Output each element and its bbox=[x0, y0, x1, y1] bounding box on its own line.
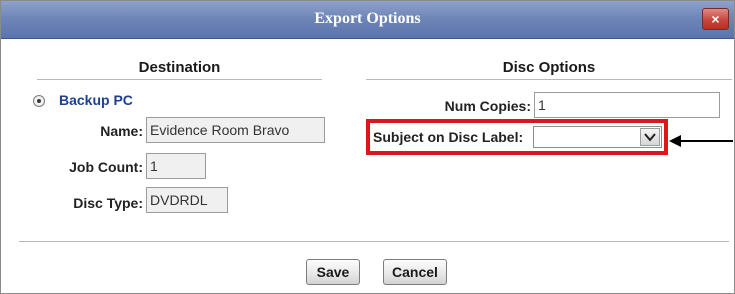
close-icon: × bbox=[711, 11, 720, 27]
backup-pc-label[interactable]: Backup PC bbox=[59, 92, 133, 108]
backup-pc-radio[interactable] bbox=[33, 95, 45, 107]
destination-divider bbox=[37, 79, 322, 80]
job-count-field: 1 bbox=[146, 153, 206, 179]
save-button[interactable]: Save bbox=[306, 259, 360, 285]
disc-options-divider bbox=[366, 79, 732, 80]
num-copies-label: Num Copies: bbox=[444, 98, 531, 114]
name-label: Name: bbox=[100, 123, 143, 139]
disc-options-header: Disc Options bbox=[502, 59, 596, 76]
name-field: Evidence Room Bravo bbox=[146, 117, 325, 143]
subject-label: Subject on Disc Label: bbox=[373, 129, 524, 145]
dropdown-button[interactable] bbox=[640, 128, 660, 146]
title-bar: Export Options × bbox=[1, 1, 734, 39]
subject-select[interactable] bbox=[533, 126, 662, 148]
chevron-down-icon bbox=[644, 133, 656, 142]
destination-header: Destination bbox=[138, 59, 221, 76]
dialog-title: Export Options bbox=[314, 10, 421, 27]
disc-type-label: Disc Type: bbox=[73, 195, 143, 211]
footer-divider bbox=[19, 241, 729, 242]
export-options-dialog: Export Options × Destination Backup PC N… bbox=[0, 0, 735, 294]
close-button[interactable]: × bbox=[702, 8, 729, 30]
job-count-label: Job Count: bbox=[69, 159, 143, 175]
arrow-left-icon bbox=[669, 135, 733, 147]
disc-type-field: DVDRDL bbox=[146, 187, 228, 213]
num-copies-input[interactable]: 1 bbox=[534, 92, 720, 118]
cancel-button[interactable]: Cancel bbox=[383, 259, 447, 285]
